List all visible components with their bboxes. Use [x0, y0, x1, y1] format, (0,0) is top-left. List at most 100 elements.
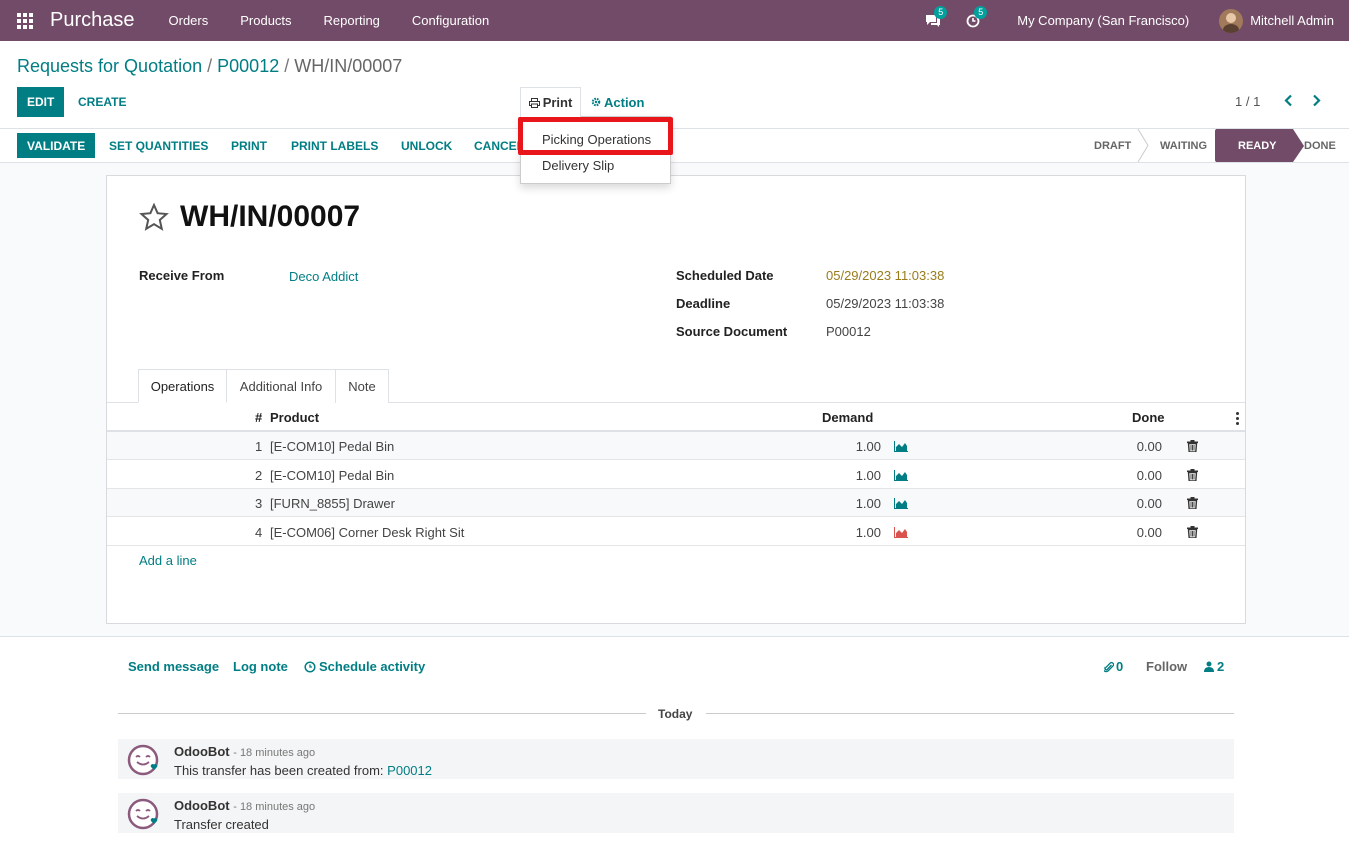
pager-value[interactable]: 1 / 1: [1235, 94, 1260, 109]
table-row[interactable]: 3 [FURN_8855] Drawer 1.00 0.00: [107, 489, 1245, 517]
pager-previous-button[interactable]: [1284, 94, 1293, 110]
breadcrumb-rfq[interactable]: Requests for Quotation: [17, 56, 202, 76]
table-row[interactable]: 4 [E-COM06] Corner Desk Right Sit 1.00 0…: [107, 518, 1245, 546]
favorite-star-icon[interactable]: [139, 202, 169, 234]
table-row[interactable]: 2 [E-COM10] Pedal Bin 1.00 0.00: [107, 461, 1245, 489]
row-done[interactable]: 0.00: [1112, 439, 1162, 454]
date-separator-label: Today: [658, 707, 693, 721]
stage-draft[interactable]: Draft: [1094, 129, 1131, 162]
unlock-button[interactable]: Unlock: [401, 133, 452, 158]
row-done[interactable]: 0.00: [1112, 468, 1162, 483]
row-demand[interactable]: 1.00: [832, 525, 881, 540]
chatter-message: OdooBot - 18 minutes ago This transfer h…: [118, 739, 1234, 779]
column-header-demand[interactable]: Demand: [822, 410, 873, 425]
odoobot-avatar-icon[interactable]: [126, 797, 160, 831]
row-number: 1: [255, 439, 263, 454]
tab-note[interactable]: Note: [335, 369, 389, 403]
log-note-button[interactable]: Log note: [233, 659, 288, 674]
source-document-value: P00012: [826, 324, 871, 339]
messages-badge: 5: [934, 6, 948, 19]
attachments-button[interactable]: 0: [1104, 659, 1123, 674]
company-switcher[interactable]: My Company (San Francisco): [993, 13, 1219, 28]
trash-icon[interactable]: [1187, 469, 1198, 481]
print-button[interactable]: Print: [231, 133, 267, 158]
scheduled-date-label: Scheduled Date: [676, 268, 774, 283]
table-row[interactable]: 1 [E-COM10] Pedal Bin 1.00 0.00: [107, 432, 1245, 460]
paperclip-icon: [1104, 661, 1114, 672]
pager-next-button[interactable]: [1312, 94, 1321, 110]
forecast-chart-icon[interactable]: [894, 498, 908, 509]
send-message-button[interactable]: Send message: [128, 659, 219, 674]
column-header-product[interactable]: Product: [270, 410, 319, 425]
row-demand[interactable]: 1.00: [832, 439, 881, 454]
apps-menu-icon[interactable]: [0, 0, 50, 41]
top-navbar: Purchase Orders Products Reporting Confi…: [0, 0, 1349, 41]
row-done[interactable]: 0.00: [1112, 525, 1162, 540]
create-button[interactable]: Create: [66, 87, 138, 117]
follow-button[interactable]: Follow: [1146, 659, 1187, 674]
tab-additional-info[interactable]: Additional Info: [226, 369, 336, 403]
author-name[interactable]: OdooBot: [174, 798, 230, 813]
stage-done[interactable]: Done: [1304, 129, 1336, 162]
activities-button[interactable]: 5: [953, 0, 993, 41]
trash-icon[interactable]: [1187, 526, 1198, 538]
cancel-button[interactable]: Cancel: [474, 133, 524, 158]
forecast-chart-icon[interactable]: [894, 441, 908, 452]
menu-orders[interactable]: Orders: [153, 13, 225, 28]
chatter-message: OdooBot - 18 minutes ago Transfer create…: [118, 793, 1234, 833]
breadcrumb-po[interactable]: P00012: [217, 56, 279, 76]
validate-button[interactable]: Validate: [17, 133, 96, 158]
trash-icon[interactable]: [1187, 440, 1198, 452]
followers-button[interactable]: 2: [1204, 659, 1224, 674]
print-labels-button[interactable]: Print Labels: [291, 133, 378, 158]
record-title: WH/IN/00007: [180, 200, 361, 233]
add-line-link[interactable]: Add a line: [139, 553, 197, 568]
action-dropdown-button[interactable]: Action: [585, 87, 650, 117]
edit-button[interactable]: Edit: [17, 87, 65, 117]
breadcrumb-current: WH/IN/00007: [294, 56, 403, 76]
forecast-chart-icon[interactable]: [894, 470, 908, 481]
message-text: Transfer created: [174, 817, 269, 832]
menu-configuration[interactable]: Configuration: [396, 13, 505, 28]
menu-item-delivery-slip[interactable]: Delivery Slip: [542, 158, 614, 173]
print-label: Print: [542, 95, 573, 110]
trash-icon[interactable]: [1187, 497, 1198, 509]
row-demand[interactable]: 1.00: [832, 496, 881, 511]
breadcrumb-separator: /: [207, 56, 213, 76]
menu-item-picking-operations[interactable]: Picking Operations: [542, 132, 651, 147]
breadcrumb: Requests for Quotation / P00012 / WH/IN/…: [17, 56, 402, 77]
scheduled-date-value: 05/29/2023 11:03:38: [826, 268, 945, 283]
row-number: 3: [255, 496, 263, 511]
row-demand[interactable]: 1.00: [832, 468, 881, 483]
messaging-button[interactable]: 5: [913, 0, 953, 41]
message-link[interactable]: P00012: [387, 763, 432, 778]
app-name[interactable]: Purchase: [50, 9, 135, 32]
receive-from-label: Receive From: [139, 268, 225, 283]
schedule-activity-button[interactable]: Schedule activity: [304, 659, 425, 674]
row-product[interactable]: [E-COM10] Pedal Bin: [270, 439, 394, 454]
forecast-chart-icon[interactable]: [894, 527, 908, 538]
print-dropdown-button[interactable]: Print: [520, 87, 581, 117]
date-divider: [706, 713, 1234, 714]
menu-reporting[interactable]: Reporting: [308, 13, 396, 28]
row-product[interactable]: [E-COM06] Corner Desk Right Sit: [270, 525, 464, 540]
user-menu[interactable]: Mitchell Admin: [1219, 8, 1349, 33]
set-quantities-button[interactable]: Set Quantities: [109, 133, 208, 158]
deadline-label: Deadline: [676, 296, 731, 311]
message-text: This transfer has been created from:: [174, 763, 384, 778]
row-product[interactable]: [E-COM10] Pedal Bin: [270, 468, 394, 483]
row-product[interactable]: [FURN_8855] Drawer: [270, 496, 395, 511]
optional-columns-icon[interactable]: [1236, 412, 1240, 427]
odoobot-avatar-icon[interactable]: [126, 743, 160, 777]
menu-products[interactable]: Products: [224, 13, 307, 28]
column-header-done[interactable]: Done: [1132, 410, 1165, 425]
author-name[interactable]: OdooBot: [174, 744, 230, 759]
receive-from-value[interactable]: Deco Addict: [289, 269, 358, 284]
stage-ready[interactable]: Ready: [1216, 129, 1303, 162]
tab-operations[interactable]: Operations: [138, 369, 227, 403]
row-done[interactable]: 0.00: [1112, 496, 1162, 511]
stage-waiting[interactable]: Waiting: [1160, 129, 1207, 162]
action-label: Action: [604, 94, 645, 110]
message-author: OdooBot - 18 minutes ago: [174, 798, 315, 813]
message-date: - 18 minutes ago: [233, 747, 316, 759]
